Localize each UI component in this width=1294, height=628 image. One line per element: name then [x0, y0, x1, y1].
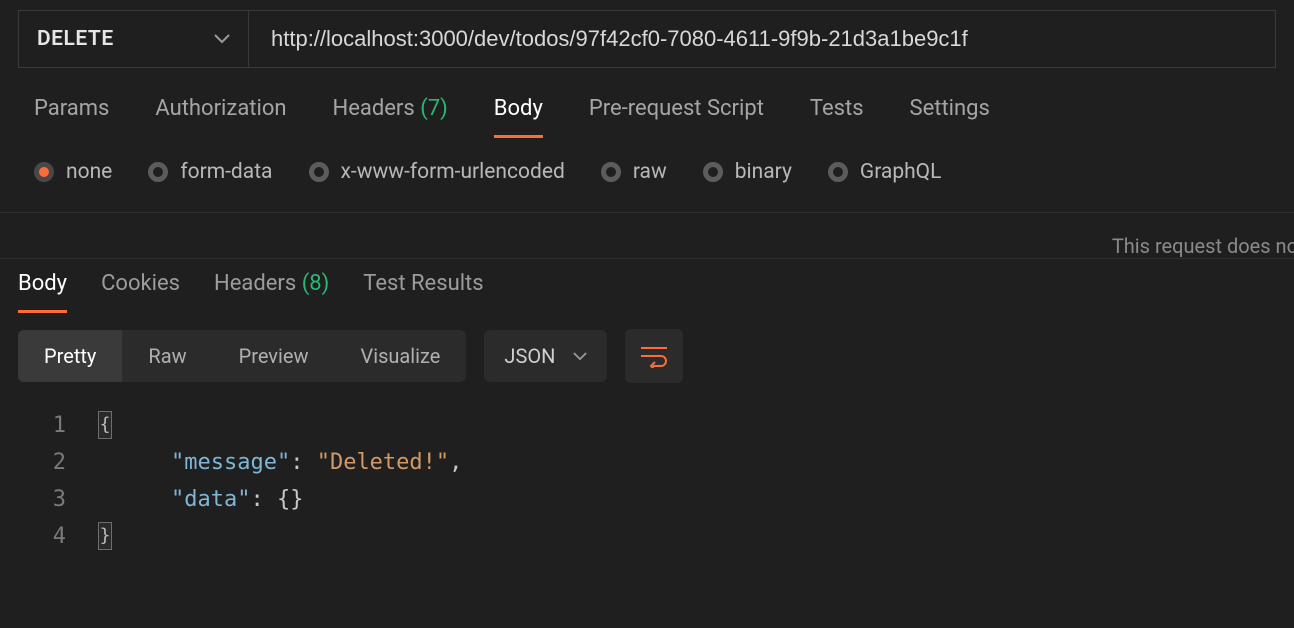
- fold-gutter[interactable]: {: [96, 407, 118, 444]
- tab-tests[interactable]: Tests: [810, 96, 864, 135]
- radio-dot-icon: [828, 162, 848, 182]
- line-number: 4: [0, 518, 96, 555]
- view-pretty[interactable]: Pretty: [18, 330, 122, 382]
- body-type-urlencoded-label: x-www-form-urlencoded: [341, 160, 565, 184]
- tab-authorization[interactable]: Authorization: [155, 96, 286, 135]
- view-preview[interactable]: Preview: [213, 330, 335, 382]
- line-number: 2: [0, 444, 96, 481]
- body-type-form-data[interactable]: form-data: [148, 160, 272, 184]
- body-type-none[interactable]: none: [34, 160, 112, 184]
- body-type-raw-label: raw: [633, 160, 667, 184]
- wrap-lines-icon: [639, 344, 669, 368]
- radio-dot-icon: [703, 162, 723, 182]
- chevron-down-icon: [573, 352, 587, 361]
- view-raw[interactable]: Raw: [122, 330, 212, 382]
- http-method-select[interactable]: DELETE: [18, 10, 248, 68]
- code-line: 1 { {: [0, 407, 1294, 444]
- view-visualize[interactable]: Visualize: [334, 330, 466, 382]
- response-body-viewer[interactable]: 1 { { 2 "message": "Deleted!", 3 "data":…: [0, 393, 1294, 555]
- fold-gutter: [96, 481, 118, 518]
- body-type-graphql[interactable]: GraphQL: [828, 160, 942, 184]
- chevron-down-icon: [214, 34, 230, 44]
- resp-tab-test-results[interactable]: Test Results: [363, 271, 483, 310]
- code-line: 3 "data": {}: [0, 481, 1294, 518]
- response-format-select[interactable]: JSON: [484, 330, 607, 382]
- radio-dot-icon: [148, 162, 168, 182]
- fold-gutter: [96, 444, 118, 481]
- code-line: 4 } }: [0, 518, 1294, 555]
- tab-headers-label: Headers: [333, 96, 415, 121]
- body-type-graphql-label: GraphQL: [860, 160, 942, 184]
- body-type-binary[interactable]: binary: [703, 160, 792, 184]
- resp-tab-headers-count: (8): [302, 271, 330, 296]
- body-type-binary-label: binary: [735, 160, 792, 184]
- line-number: 3: [0, 481, 96, 518]
- body-type-none-label: none: [66, 160, 112, 184]
- tab-body[interactable]: Body: [494, 96, 543, 138]
- resp-tab-body[interactable]: Body: [18, 271, 67, 313]
- body-type-urlencoded[interactable]: x-www-form-urlencoded: [309, 160, 565, 184]
- radio-dot-icon: [601, 162, 621, 182]
- body-type-raw[interactable]: raw: [601, 160, 667, 184]
- radio-dot-icon: [309, 162, 329, 182]
- body-hint-text: This request does no: [1112, 234, 1294, 258]
- http-method-value: DELETE: [37, 27, 114, 51]
- tab-params[interactable]: Params: [34, 96, 109, 135]
- tab-settings[interactable]: Settings: [910, 96, 990, 135]
- request-url-input[interactable]: [248, 10, 1276, 68]
- resp-tab-cookies[interactable]: Cookies: [101, 271, 180, 310]
- tab-pre-request-script[interactable]: Pre-request Script: [589, 96, 764, 135]
- tab-headers-count: (7): [420, 96, 448, 121]
- line-number: 1: [0, 407, 96, 444]
- code-line: 2 "message": "Deleted!",: [0, 444, 1294, 481]
- body-type-form-data-label: form-data: [180, 160, 272, 184]
- resp-tab-headers[interactable]: Headers (8): [214, 271, 329, 310]
- tab-headers[interactable]: Headers (7): [333, 96, 448, 135]
- resp-tab-headers-label: Headers: [214, 271, 296, 296]
- radio-dot-icon: [34, 162, 54, 182]
- fold-gutter[interactable]: }: [96, 518, 118, 555]
- response-format-value: JSON: [504, 344, 555, 368]
- response-view-toggle: Pretty Raw Preview Visualize: [18, 330, 466, 382]
- wrap-lines-button[interactable]: [625, 329, 683, 383]
